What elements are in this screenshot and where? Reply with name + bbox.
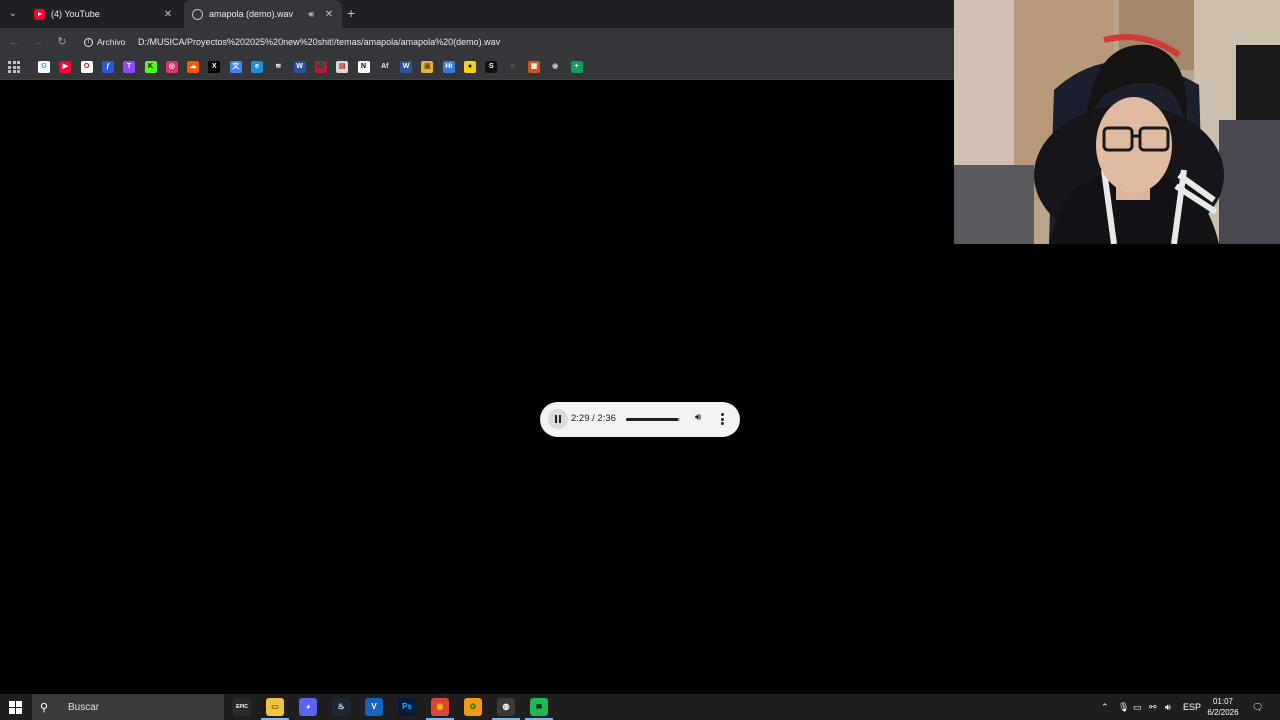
playback-time: 2:29 / 2:36 xyxy=(571,413,616,424)
tab-strip: ⌄ (4) YouTube ✕ amapola (demo).wav 🔊︎ ✕ … xyxy=(0,0,954,28)
bookmark-instagram-icon[interactable]: ◎ xyxy=(165,61,178,73)
bookmark-opera-icon[interactable]: O xyxy=(80,61,93,73)
taskbar-vegas-icon[interactable]: V xyxy=(365,698,383,716)
taskbar-chrome-icon[interactable]: ◉ xyxy=(431,698,449,716)
speaker-icon[interactable]: 🔊︎ xyxy=(1165,694,1171,720)
bookmark-ae-icon[interactable]: Af xyxy=(378,61,391,73)
search-placeholder: Buscar xyxy=(68,701,100,713)
taskbar-spotify-icon[interactable]: ≋ xyxy=(530,698,548,716)
network-icon[interactable]: ⚯ xyxy=(1149,694,1157,720)
seek-progress-fill xyxy=(626,418,678,421)
pause-button[interactable] xyxy=(548,409,568,429)
bookmark-photos-icon[interactable]: ▣ xyxy=(421,61,434,73)
clock-date: 6/2/2026 xyxy=(1207,708,1239,717)
taskbar-photoshop-icon[interactable]: Ps xyxy=(398,698,416,716)
taskbar-obs-icon[interactable]: ◍ xyxy=(497,698,515,716)
security-label: Archivo xyxy=(97,37,126,47)
browser-toolbar: ← → ↻ i Archivo D:/MUSICA/Proyectos%2020… xyxy=(0,28,954,56)
bookmark-kick-icon[interactable]: K xyxy=(144,61,157,73)
webcam-overlay xyxy=(954,0,1280,244)
bookmark-red-app-icon[interactable]: ⬛ xyxy=(314,61,327,73)
bookmark-notion-icon[interactable]: N xyxy=(357,61,370,73)
system-clock[interactable]: 01:07 6/2/2026 xyxy=(1198,696,1248,718)
youtube-favicon-icon xyxy=(34,8,45,20)
taskbar-steam-icon[interactable]: ♨ xyxy=(332,698,350,716)
taskbar-file-explorer-icon[interactable]: ▭ xyxy=(266,698,284,716)
tab-youtube[interactable]: (4) YouTube ✕ xyxy=(26,0,181,28)
screen: ⌄ (4) YouTube ✕ amapola (demo).wav 🔊︎ ✕ … xyxy=(0,0,1280,720)
tab-title: (4) YouTube xyxy=(51,9,100,19)
bookmark-soundcloud-icon[interactable]: ☁ xyxy=(187,61,200,73)
bookmark-sheets-icon[interactable]: + xyxy=(570,61,583,73)
tab-close-icon[interactable]: ✕ xyxy=(324,9,334,20)
bookmark-stack-icon[interactable]: ≋ xyxy=(272,61,285,73)
reload-icon[interactable]: ↻ xyxy=(54,34,70,50)
tab-close-icon[interactable]: ✕ xyxy=(163,9,173,20)
bookmark-x-icon[interactable]: X xyxy=(208,61,221,73)
info-icon: i xyxy=(84,37,93,47)
volume-icon[interactable]: 🔊︎ xyxy=(695,412,701,423)
tab-audio-file[interactable]: amapola (demo).wav 🔊︎ ✕ xyxy=(184,0,342,28)
bookmark-feather-icon[interactable]: ƒ xyxy=(101,61,114,73)
webcam-feed-image xyxy=(954,0,1280,244)
show-hidden-icons-chevron-icon[interactable]: ⌃ xyxy=(1101,694,1109,720)
bookmark-edge-icon[interactable]: e xyxy=(251,61,263,73)
bookmark-doc-icon[interactable]: ▤ xyxy=(336,61,349,73)
tab-title: amapola (demo).wav xyxy=(209,9,294,19)
taskbar-search-box[interactable]: ⚲ Buscar xyxy=(32,694,224,720)
bookmark-orange-icon[interactable]: ▦ xyxy=(527,61,540,73)
audio-player: 2:29 / 2:36 🔊︎ xyxy=(540,402,740,437)
bookmark-google-icon[interactable]: G xyxy=(38,61,50,73)
clock-time: 01:07 xyxy=(1212,697,1234,706)
bookmark-yellow-circle-icon[interactable]: ● xyxy=(464,61,476,73)
windows-taskbar: ⚲ Buscar EPIC ▭ ◕ ♨ V Ps ◉ ✿ ◍ ≋ ⌃ 🎙︎ ▭ ⚯ 🔊︎ ESP … xyxy=(0,694,1280,720)
address-bar-url[interactable]: D:/MUSICA/Proyectos%202025%20new%20shit!… xyxy=(138,34,500,50)
bookmark-s-app-icon[interactable]: S xyxy=(485,61,498,73)
bookmark-ring-icon[interactable]: ○ xyxy=(506,61,519,73)
bookmark-twitch-icon[interactable]: T xyxy=(123,61,136,73)
taskbar-fl-studio-icon[interactable]: ✿ xyxy=(464,698,482,716)
bookmark-word-icon[interactable]: W xyxy=(293,61,306,73)
site-info-badge[interactable]: i Archivo xyxy=(84,34,125,50)
new-tab-plus-icon[interactable]: + xyxy=(347,5,355,21)
apps-grid-icon[interactable] xyxy=(8,61,20,73)
taskbar-discord-icon[interactable]: ◕ xyxy=(299,698,317,716)
back-arrow-icon[interactable]: ← xyxy=(6,34,22,50)
taskbar-epic-games-icon[interactable]: EPIC xyxy=(233,698,251,716)
bookmark-hi-icon[interactable]: Hi xyxy=(442,61,455,73)
notifications-icon[interactable]: 🗨︎ xyxy=(1252,694,1263,720)
globe-favicon-icon xyxy=(192,8,203,20)
bookmark-podcast-icon[interactable]: ◉ xyxy=(549,61,562,73)
search-icon: ⚲ xyxy=(40,701,49,714)
forward-arrow-icon[interactable]: → xyxy=(30,34,46,50)
windows-start-icon[interactable] xyxy=(9,701,22,714)
tab-search-chevron-icon[interactable]: ⌄ xyxy=(4,5,22,23)
microphone-icon[interactable]: 🎙︎ xyxy=(1118,694,1129,720)
bookmark-youtube-icon[interactable]: ▶ xyxy=(59,61,72,73)
bookmarks-bar: G ▶ Oƒ T K ◎ ☁ X 文 e ≋ W ⬛ ▤ N Af W ▣ Hi ● S ○ ▦ ◉ + xyxy=(0,56,954,80)
tab-audio-playing-icon[interactable]: 🔊︎ xyxy=(308,9,314,20)
bookmark-translate-icon[interactable]: 文 xyxy=(229,61,242,73)
device-icon[interactable]: ▭ xyxy=(1133,694,1142,720)
bookmark-word2-icon[interactable]: W xyxy=(400,61,413,73)
seek-slider[interactable] xyxy=(626,418,680,421)
more-options-icon[interactable] xyxy=(720,412,724,426)
